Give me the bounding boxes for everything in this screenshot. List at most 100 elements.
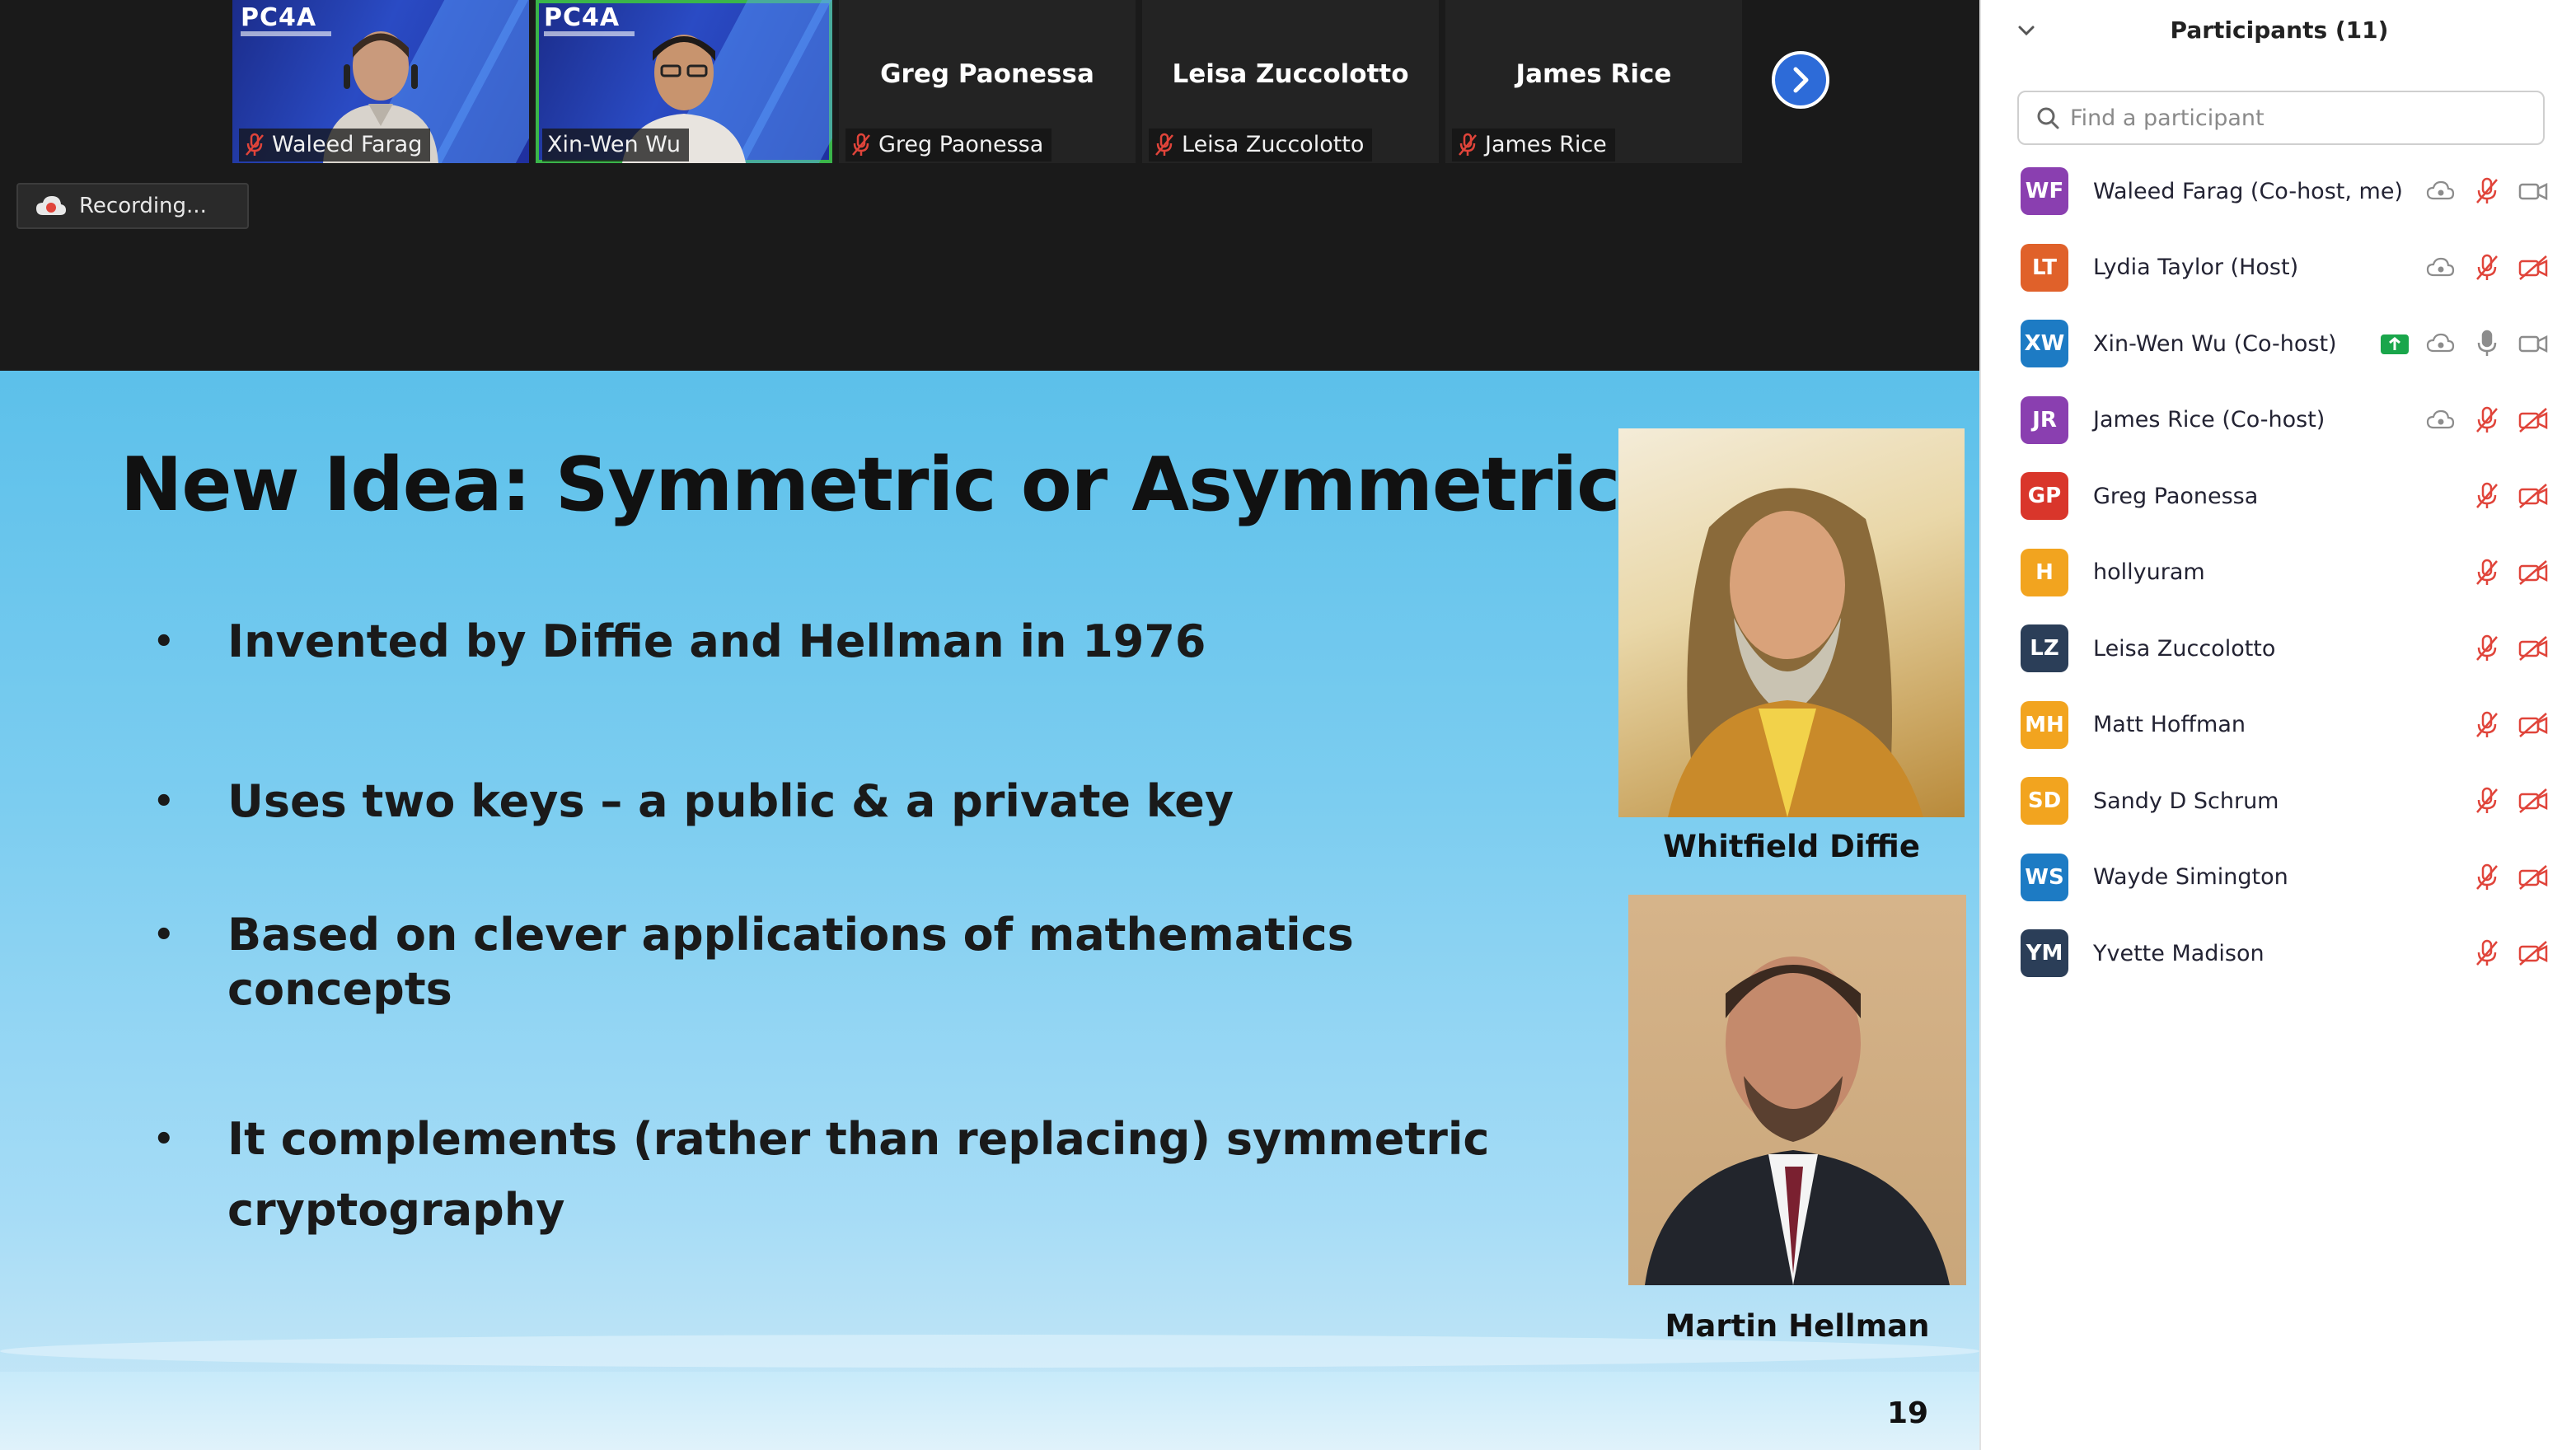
- bullet-text: Uses two keys – a public & a private key: [227, 775, 1234, 827]
- video-tile-xin-wen-wu[interactable]: PC4A Xin-Wen Wu: [536, 0, 832, 163]
- chevron-right-icon: [1793, 67, 1809, 93]
- avatar: LT: [2021, 243, 2068, 292]
- bullet-text: Based on clever applications of mathemat…: [227, 909, 1354, 1015]
- avatar: YM: [2021, 929, 2068, 977]
- mic-muted-icon: [2476, 787, 2498, 813]
- participant-name: Lydia Taylor (Host): [2093, 255, 2299, 280]
- cloud-recording-icon: [2426, 409, 2455, 428]
- logo-subtitle-bar: [241, 31, 331, 36]
- video-icon: [2518, 334, 2548, 353]
- photo-caption: Martin Hellman: [1665, 1308, 1930, 1344]
- panel-title: Participants (11): [2170, 16, 2389, 44]
- name-tag: Waleed Farag: [239, 129, 431, 161]
- video-tile-leisa-zuccolotto[interactable]: Leisa Zuccolotto Leisa Zuccolotto: [1142, 0, 1439, 163]
- name-tag: Leisa Zuccolotto: [1149, 129, 1373, 161]
- slide-page-number: 19: [1887, 1396, 1929, 1430]
- participant-row[interactable]: GP Greg Paonessa: [1981, 463, 2576, 529]
- participant-row[interactable]: LZ Leisa Zuccolotto: [1981, 615, 2576, 681]
- video-off-icon: [2518, 788, 2548, 813]
- video-off-icon: [2518, 941, 2548, 966]
- participant-row[interactable]: XW Xin-Wen Wu (Co-host): [1981, 311, 2576, 377]
- mic-muted-icon: [2476, 177, 2498, 203]
- mic-muted-icon: [2476, 711, 2498, 737]
- participant-row[interactable]: WS Wayde Simington: [1981, 844, 2576, 910]
- participant-name: Xin-Wen Wu (Co-host): [2093, 330, 2337, 357]
- video-tile-greg-paonessa[interactable]: Greg Paonessa Greg Paonessa: [839, 0, 1136, 163]
- participant-name: Waleed Farag: [272, 132, 423, 157]
- video-strip: PC4A Waleed Farag PC4A Xin-Wen Wu Greg P…: [0, 0, 1979, 371]
- mic-muted-icon: [2476, 863, 2498, 890]
- search-input[interactable]: [2068, 104, 2533, 132]
- cloud-recording-icon: [36, 196, 66, 215]
- name-tag: Greg Paonessa: [845, 129, 1052, 161]
- mic-muted-icon: [2476, 254, 2498, 280]
- participant-row[interactable]: LT Lydia Taylor (Host): [1981, 235, 2576, 301]
- search-icon: [2037, 107, 2059, 129]
- mic-muted-icon: [852, 133, 870, 156]
- avatar: XW: [2021, 320, 2068, 367]
- mic-muted-icon: [2476, 939, 2498, 966]
- avatar: LZ: [2021, 624, 2068, 672]
- bullet-marker: •: [153, 783, 175, 821]
- mic-muted-icon: [2476, 482, 2498, 508]
- meeting-area: PC4A Waleed Farag PC4A Xin-Wen Wu Greg P…: [0, 0, 1979, 1450]
- bullet-marker: •: [153, 1120, 175, 1158]
- mic-muted-icon: [2476, 406, 2498, 433]
- participant-display-name: Greg Paonessa: [880, 59, 1094, 89]
- participant-name: hollyuram: [2093, 559, 2205, 585]
- participant-row[interactable]: YM Yvette Madison: [1981, 920, 2576, 986]
- video-tile-waleed-farag[interactable]: PC4A Waleed Farag: [232, 0, 529, 163]
- participant-name: Xin-Wen Wu: [547, 132, 681, 157]
- video-off-icon: [2518, 636, 2548, 661]
- bullet-marker: •: [153, 916, 175, 954]
- video-off-icon: [2518, 484, 2548, 508]
- participant-name: Matt Hoffman: [2093, 712, 2246, 737]
- next-page-button[interactable]: [1772, 51, 1829, 109]
- participant-name: James Rice: [1485, 132, 1607, 157]
- portrait-image: [1645, 957, 1950, 1285]
- zoom-meeting-window: PC4A Waleed Farag PC4A Xin-Wen Wu Greg P…: [0, 0, 2576, 1450]
- participant-name: Greg Paonessa: [878, 132, 1044, 157]
- participant-row[interactable]: JR James Rice (Co-host): [1981, 387, 2576, 453]
- participant-name: James Rice (Co-host): [2093, 407, 2325, 433]
- participant-name: Yvette Madison: [2093, 940, 2265, 966]
- photo-martin-hellman: [1628, 895, 1966, 1285]
- participant-row[interactable]: Hhollyuram: [1981, 540, 2576, 606]
- mic-muted-icon: [1459, 133, 1477, 156]
- recording-label: Recording...: [79, 194, 207, 218]
- participant-row[interactable]: WF Waleed Farag (Co-host, me): [1981, 158, 2576, 224]
- logo-subtitle-bar: [544, 31, 635, 36]
- avatar: MH: [2021, 700, 2068, 749]
- participant-search[interactable]: [2017, 91, 2545, 145]
- participant-name: Leisa Zuccolotto: [1182, 132, 1365, 157]
- mic-muted-icon: [2476, 634, 2498, 661]
- participant-name: Wayde Simington: [2093, 864, 2288, 890]
- participant-row[interactable]: MH Matt Hoffman: [1981, 692, 2576, 758]
- participant-display-name: James Rice: [1515, 59, 1672, 89]
- participant-name: Sandy D Schrum: [2093, 788, 2279, 814]
- video-off-icon: [2518, 559, 2548, 585]
- video-off-icon: [2518, 864, 2548, 890]
- photo-whitfield-diffie: [1618, 428, 1965, 817]
- avatar: WF: [2021, 167, 2068, 215]
- panel-header: Participants (11): [1981, 0, 2576, 63]
- video-icon: [2518, 182, 2548, 201]
- pc4a-logo: PC4A: [544, 3, 621, 32]
- recording-indicator[interactable]: Recording...: [16, 183, 249, 229]
- video-off-icon: [2518, 255, 2548, 280]
- participants-panel: Participants (11) WF Waleed Farag (Co-hos…: [1979, 0, 2576, 1450]
- avatar: JR: [2021, 395, 2068, 444]
- slide-decoration: [0, 1372, 1979, 1450]
- name-tag: Xin-Wen Wu: [542, 129, 690, 161]
- mic-icon: [2477, 330, 2497, 356]
- mic-muted-icon: [246, 133, 264, 156]
- pc4a-logo: PC4A: [241, 3, 317, 32]
- video-tile-james-rice[interactable]: James Rice James Rice: [1445, 0, 1742, 163]
- participant-name: Leisa Zuccolotto: [2093, 635, 2276, 662]
- slide-title: New Idea: Symmetric or Asymmetric ?: [120, 442, 1688, 528]
- slide-bullet: • It complements (rather than replacing)…: [153, 1104, 1513, 1246]
- avatar: SD: [2021, 777, 2068, 825]
- participant-row[interactable]: SD Sandy D Schrum: [1981, 768, 2576, 834]
- mic-muted-icon: [1155, 133, 1173, 156]
- bullet-marker: •: [153, 623, 175, 661]
